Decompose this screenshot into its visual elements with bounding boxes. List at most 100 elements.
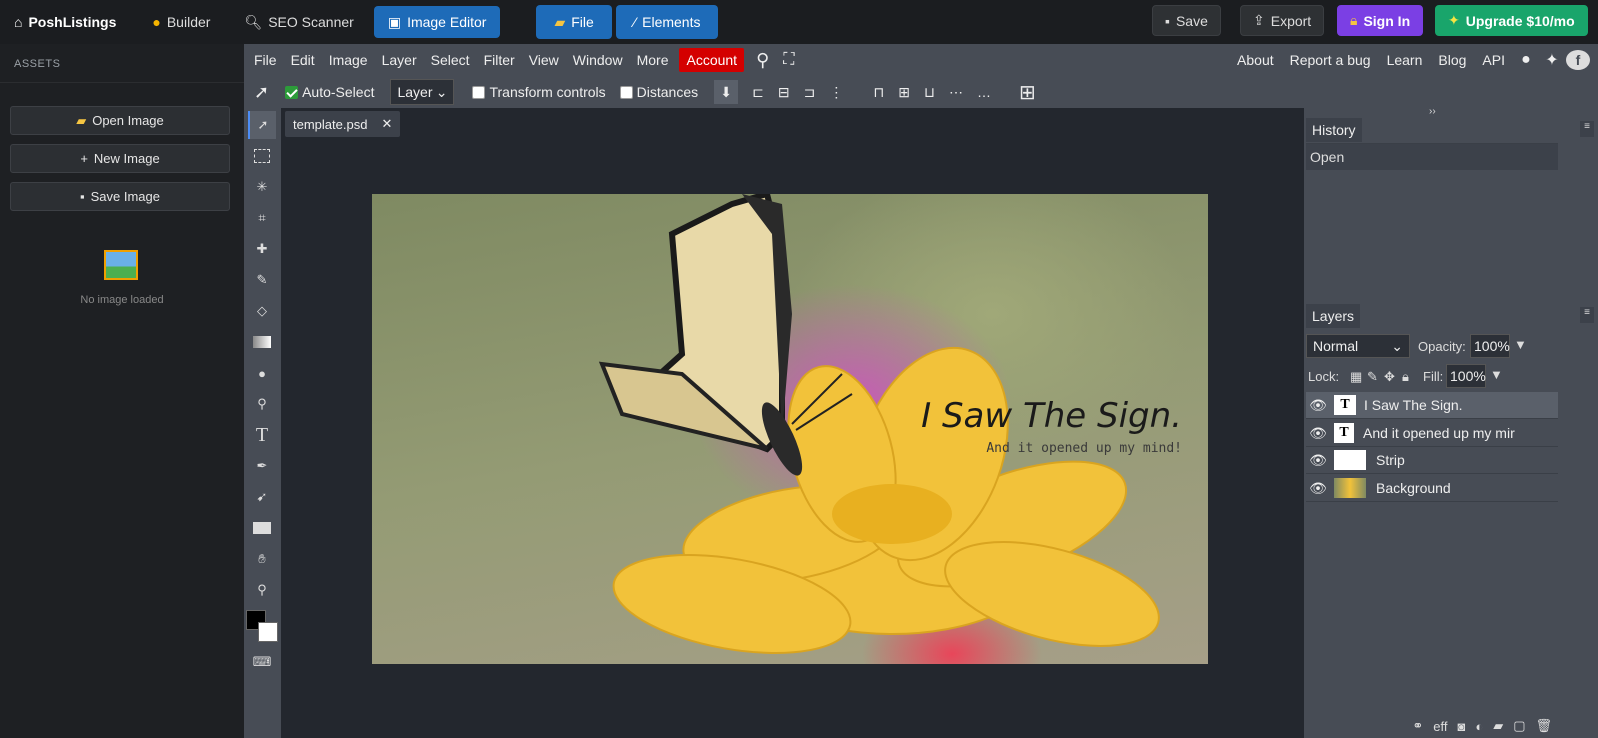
brand[interactable]: ⌂ PoshListings: [14, 14, 116, 30]
menu-account[interactable]: Account: [679, 48, 745, 72]
download-icon[interactable]: ⬇: [714, 80, 739, 104]
tab-seo-scanner[interactable]: 🔍︎ SEO Scanner: [230, 6, 367, 38]
tab-image-editor[interactable]: ▣ Image Editor: [373, 6, 501, 38]
layers-tab[interactable]: Layers: [1306, 304, 1361, 328]
blur-tool[interactable]: ●: [248, 359, 276, 387]
marquee-tool[interactable]: [248, 142, 276, 170]
eye-icon[interactable]: 👁︎: [1306, 480, 1330, 497]
history-tab[interactable]: History: [1306, 118, 1362, 142]
link-about[interactable]: About: [1230, 48, 1281, 72]
background-color-swatch[interactable]: [258, 622, 278, 642]
facebook-icon[interactable]: f: [1566, 50, 1590, 70]
link-blog[interactable]: Blog: [1431, 48, 1473, 72]
link-api[interactable]: API: [1475, 48, 1512, 72]
autoselect-checkbox[interactable]: [285, 85, 299, 99]
folder-icon[interactable]: ▰: [1493, 718, 1503, 734]
align-middle-icon[interactable]: ⊞: [898, 84, 910, 101]
blend-mode-select[interactable]: Normal ⌄: [1306, 334, 1410, 358]
keyboard-button[interactable]: ⌨: [248, 648, 276, 676]
adjustment-icon[interactable]: ◐: [1475, 719, 1483, 734]
elements-button[interactable]: ⁄ Elements: [615, 5, 719, 39]
upgrade-button[interactable]: ✦ Upgrade $10/mo: [1435, 5, 1588, 36]
zoom-tool[interactable]: ⚲: [248, 576, 276, 604]
link-learn[interactable]: Learn: [1380, 48, 1430, 72]
layer-row[interactable]: 👁︎ T And it opened up my mir: [1306, 420, 1558, 447]
align-center-icon[interactable]: ⊟: [778, 84, 790, 101]
link-layers-icon[interactable]: ⚭: [1412, 718, 1423, 734]
distribute-h-icon[interactable]: ⋯: [949, 84, 963, 101]
new-layer-icon[interactable]: ▢: [1513, 718, 1525, 734]
lock-all-icon[interactable]: 🔒︎: [1402, 369, 1409, 385]
distances-checkbox[interactable]: [619, 85, 633, 99]
eraser-tool[interactable]: ◇: [248, 297, 276, 325]
eye-icon[interactable]: 👁︎: [1306, 452, 1330, 469]
lock-pixels-icon[interactable]: ✎: [1367, 369, 1378, 385]
gradient-tool[interactable]: [248, 328, 276, 356]
menu-layer[interactable]: Layer: [375, 48, 424, 72]
layer-row[interactable]: 👁︎ T I Saw The Sign.: [1306, 392, 1558, 419]
signin-button[interactable]: 🔒︎ Sign In: [1337, 5, 1424, 36]
menu-more[interactable]: More: [630, 48, 676, 72]
file-button[interactable]: ▰ File: [536, 5, 612, 39]
save-button[interactable]: ▪ Save: [1152, 5, 1221, 36]
history-item[interactable]: Open: [1306, 144, 1558, 170]
path-select-tool[interactable]: ➹: [248, 483, 276, 511]
fullscreen-icon[interactable]: ⛶: [783, 51, 794, 69]
layer-row[interactable]: 👁︎ Background: [1306, 475, 1558, 502]
opacity-dropdown-icon[interactable]: ▼: [1514, 337, 1527, 352]
close-icon[interactable]: ✕: [381, 116, 392, 132]
twitter-icon[interactable]: ✦: [1540, 50, 1564, 70]
plus-icon: +: [80, 151, 88, 166]
heal-tool[interactable]: ✚: [248, 235, 276, 263]
opacity-input[interactable]: 100%: [1470, 334, 1510, 358]
link-report-bug[interactable]: Report a bug: [1283, 48, 1378, 72]
brush-tool[interactable]: ✎: [248, 266, 276, 294]
lock-position-icon[interactable]: ✥: [1384, 369, 1395, 385]
document-tab[interactable]: template.psd ✕: [285, 111, 401, 137]
lock-transparency-icon[interactable]: ▦: [1350, 369, 1362, 385]
save-image-button[interactable]: ▪ Save Image: [10, 182, 230, 211]
transform-controls-checkbox[interactable]: [472, 85, 486, 99]
menu-view[interactable]: View: [522, 48, 566, 72]
eye-icon[interactable]: 👁︎: [1306, 397, 1330, 414]
align-bottom-icon[interactable]: ⊔: [924, 84, 935, 101]
reddit-icon[interactable]: ●: [1514, 51, 1538, 69]
menu-edit[interactable]: Edit: [284, 48, 322, 72]
effects-icon[interactable]: eff: [1433, 719, 1447, 734]
distribute-icon[interactable]: ⋮: [829, 84, 843, 101]
export-button[interactable]: ⇪ Export: [1240, 5, 1325, 36]
align-left-icon[interactable]: ⊏: [752, 84, 764, 101]
fill-dropdown-icon[interactable]: ▼: [1490, 367, 1503, 382]
trash-icon[interactable]: 🗑︎: [1535, 718, 1552, 734]
layer-row[interactable]: 👁︎ Strip: [1306, 447, 1558, 474]
image-canvas[interactable]: I Saw The Sign. And it opened up my mind…: [372, 194, 1208, 664]
grid-icon[interactable]: ⊞: [1019, 80, 1036, 105]
menu-filter[interactable]: Filter: [477, 48, 522, 72]
align-right-icon[interactable]: ⊐: [804, 84, 816, 101]
hand-tool[interactable]: ✋︎: [248, 545, 276, 573]
crop-tool[interactable]: ⌗: [248, 204, 276, 232]
mask-icon[interactable]: ◙: [1457, 719, 1465, 734]
menu-image[interactable]: Image: [322, 48, 375, 72]
pen-tool[interactable]: ✒: [248, 452, 276, 480]
open-image-button[interactable]: ▰ Open Image: [10, 106, 230, 135]
shape-tool[interactable]: [248, 514, 276, 542]
search-icon[interactable]: ⚲: [756, 50, 769, 71]
new-image-button[interactable]: + New Image: [10, 144, 230, 173]
move-tool[interactable]: ➚: [248, 111, 276, 139]
layer-mode-select[interactable]: Layer ⌄: [390, 79, 455, 105]
magic-wand-tool[interactable]: ✳: [248, 173, 276, 201]
tab-builder[interactable]: ● Builder: [138, 6, 224, 38]
align-top-icon[interactable]: ⊓: [873, 84, 884, 101]
text-tool[interactable]: T: [248, 421, 276, 449]
eye-icon[interactable]: 👁︎: [1306, 425, 1330, 442]
collapse-icon[interactable]: ››: [1429, 106, 1436, 117]
more-icon[interactable]: …: [977, 84, 991, 100]
menu-file[interactable]: File: [247, 48, 284, 72]
dodge-tool[interactable]: ⚲: [248, 390, 276, 418]
history-menu-icon[interactable]: ≡: [1580, 121, 1594, 137]
layers-menu-icon[interactable]: ≡: [1580, 307, 1594, 323]
menu-select[interactable]: Select: [424, 48, 477, 72]
fill-input[interactable]: 100%: [1446, 364, 1486, 388]
menu-window[interactable]: Window: [566, 48, 630, 72]
